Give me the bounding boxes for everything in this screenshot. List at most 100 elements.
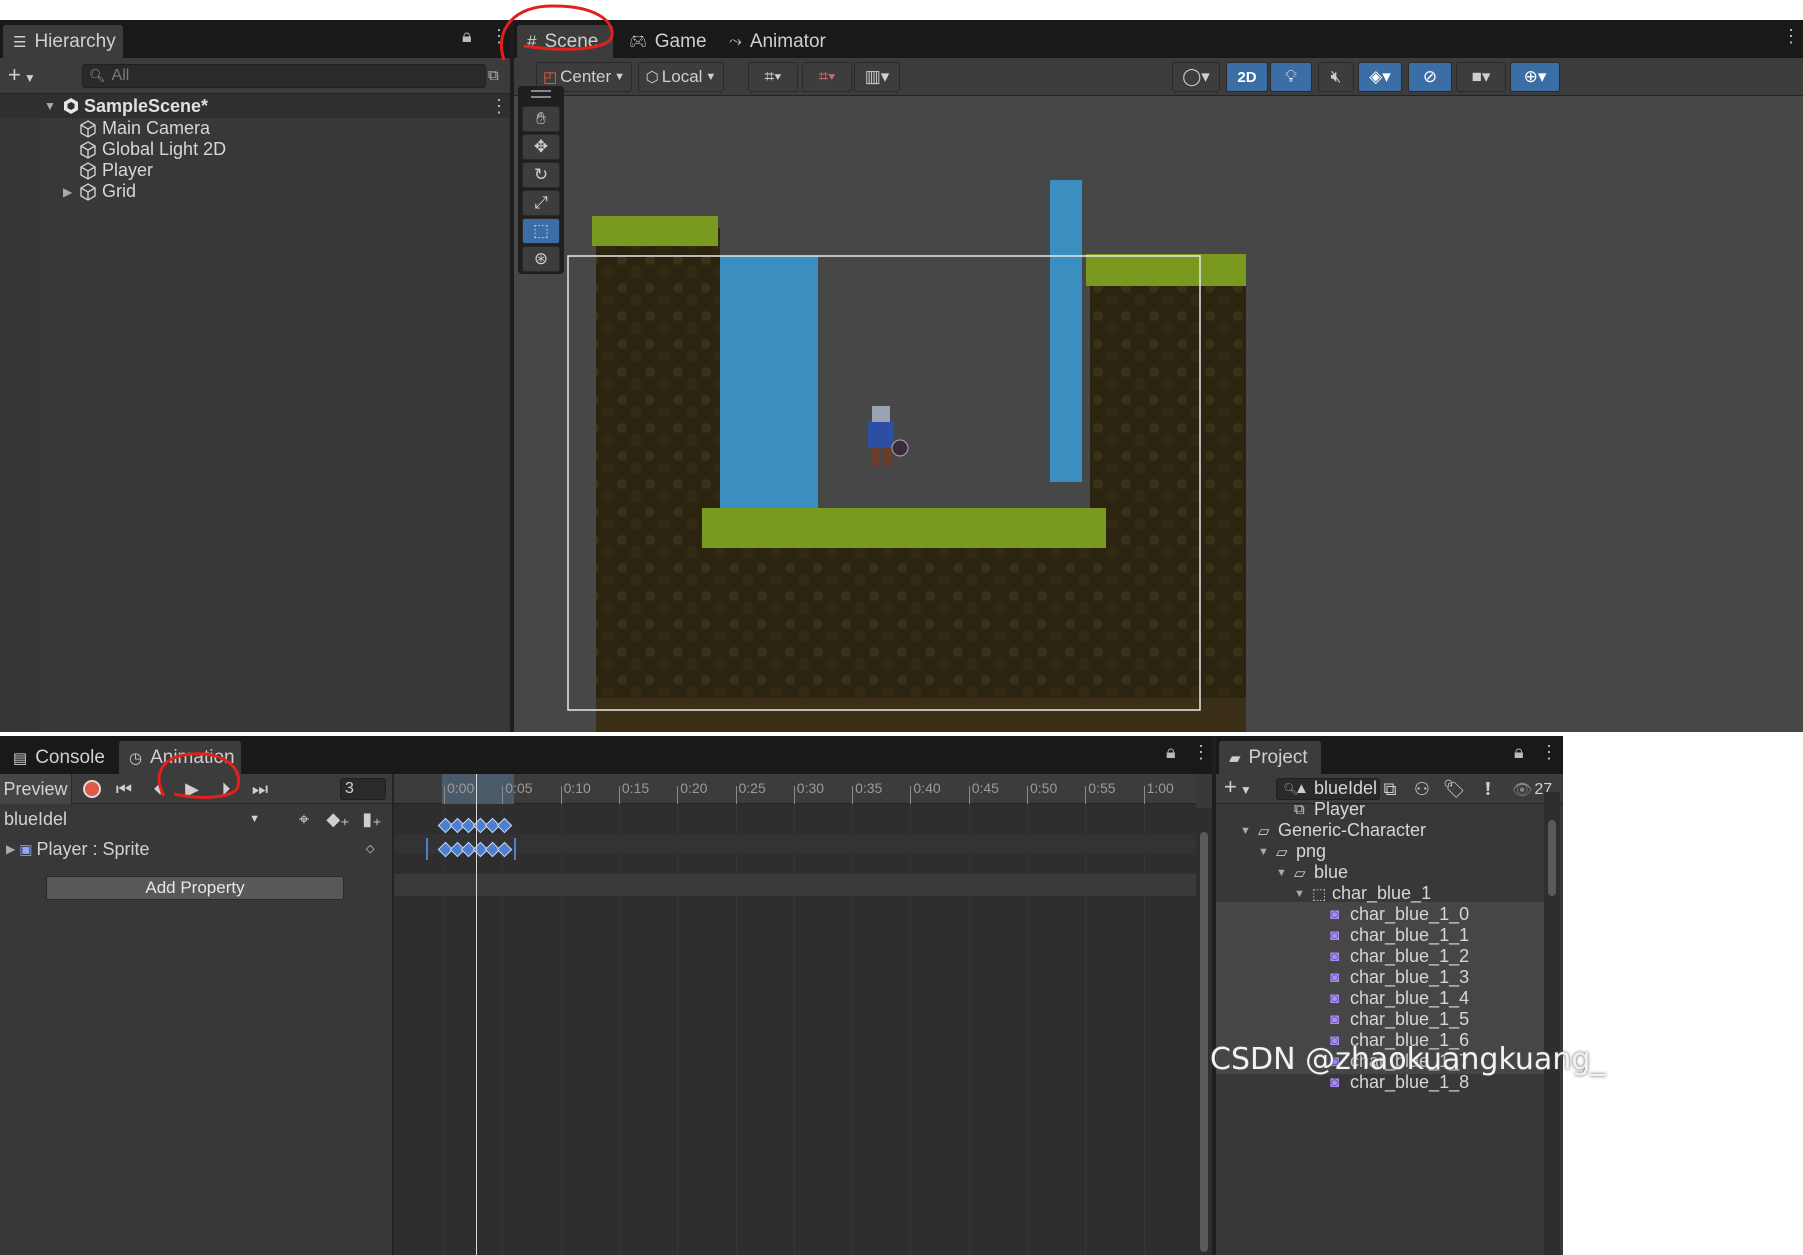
more-menu-icon[interactable]: ⋮ (1782, 26, 1800, 47)
chevron-down-icon: ▼ (705, 71, 717, 83)
audio-toggle[interactable]: 🔇︎ (1318, 62, 1354, 92)
project-item[interactable]: ◙ char_blue_1_5 (1216, 1009, 1563, 1030)
toggle-2d-button[interactable]: 2D (1226, 62, 1268, 92)
right-cliff (1090, 262, 1246, 708)
ruler-tick-label: 0:30 (796, 780, 825, 796)
property-row[interactable]: ▶ ▣ Player : Sprite (0, 836, 392, 862)
hierarchy-item[interactable]: Main Camera (0, 118, 510, 139)
lighting-toggle[interactable]: 💡︎ (1270, 62, 1312, 92)
hierarchy-item[interactable]: Player (0, 160, 510, 181)
gizmos-dropdown[interactable]: ⊕▾ (1510, 62, 1560, 92)
project-item[interactable]: ◙ char_blue_1_3 (1216, 967, 1563, 988)
add-keyframe-button[interactable]: ◆₊ (322, 804, 354, 834)
first-keyframe-button[interactable]: ⏮ (108, 774, 140, 804)
draw-mode-dropdown[interactable]: ◯▾ (1172, 62, 1220, 92)
hierarchy-item[interactable]: ▶ Grid (0, 181, 510, 202)
preview-button[interactable]: Preview (0, 774, 72, 804)
ruler-tick (502, 786, 504, 804)
clip-dropdown[interactable]: blueIdel ▼ (0, 804, 266, 834)
gameobject-icon (78, 160, 98, 181)
project-item[interactable]: ⧉ Player (1216, 799, 1563, 820)
project-item[interactable]: ▼ ▱ Generic-Character (1216, 820, 1563, 841)
tab-game[interactable]: 🎮︎ Game (618, 24, 714, 58)
playhead[interactable] (476, 774, 477, 1255)
tab-console[interactable]: ▤ Console (2, 740, 112, 774)
more-menu-icon[interactable]: ⋮ (1540, 742, 1558, 763)
animation-clip-icon: ▲ (1294, 780, 1309, 797)
scene-root-row[interactable]: ▼ SampleScene* ⋮ (0, 94, 510, 118)
scrollbar-thumb[interactable] (1200, 832, 1208, 1252)
player-sprite[interactable] (868, 406, 909, 466)
search-field[interactable]: 🔍︎ All (82, 64, 486, 88)
frame-value: 3 (345, 780, 354, 797)
hierarchy-item[interactable]: Global Light 2D (0, 139, 510, 160)
dopesheet[interactable]: 0:00 0:05 0:10 0:15 0:20 0:25 0:30 0:35 0:40 0:45… (394, 774, 1196, 1255)
sprite-renderer-icon: ▣ (19, 840, 33, 857)
foldout-collapsed-icon[interactable]: ▶ (63, 185, 72, 199)
ground-block (700, 530, 1110, 708)
tab-hierarchy[interactable]: ☰ Hierarchy (2, 24, 124, 58)
ruler-tick-label: 0:50 (1030, 780, 1058, 796)
list-icon: ☰ (13, 33, 27, 51)
ruler-tick (852, 786, 854, 804)
scene-viewport[interactable] (514, 96, 1803, 732)
project-item[interactable]: ◙ char_blue_1_2 (1216, 946, 1563, 967)
add-event-button[interactable]: ▮₊ (356, 804, 388, 834)
increment-snap-button[interactable]: ⌗▾ (802, 62, 852, 92)
tab-project[interactable]: ▰ Project (1218, 740, 1322, 774)
foldout-collapsed-icon[interactable]: ▶ (6, 842, 15, 856)
keyframe-diamond[interactable] (496, 817, 512, 834)
foldout-expanded-icon[interactable]: ▼ (1258, 846, 1269, 858)
lock-icon[interactable]: 🔒︎ (1166, 742, 1176, 763)
frame-field[interactable]: 3 (340, 778, 386, 800)
camera-dropdown[interactable]: ■▾ (1456, 62, 1506, 92)
project-item[interactable]: ◙ char_blue_1_0 (1216, 904, 1563, 925)
project-item-label: char_blue_1_4 (1350, 988, 1470, 1008)
gameobject-icon (78, 181, 98, 202)
selection-bracket[interactable] (426, 838, 428, 860)
clip-name: blueIdel (4, 808, 68, 829)
ground-grass (702, 508, 1106, 548)
grid-line (444, 804, 445, 1255)
folder-icon: ▱ (1276, 843, 1288, 861)
project-item[interactable]: ◙ char_blue_1_4 (1216, 988, 1563, 1009)
project-item[interactable]: ▼ ⬚ char_blue_1 (1216, 883, 1563, 904)
lock-icon[interactable]: 🔒︎ (462, 26, 472, 47)
ruler-tick-label: 0:15 (621, 780, 650, 796)
grid-visibility-button[interactable]: ▥▾ (854, 62, 900, 92)
record-button[interactable] (76, 774, 108, 804)
folder-icon: ▰ (1229, 749, 1241, 767)
tab-game-label: Game (654, 30, 707, 52)
hierarchy-item-label: Grid (102, 181, 137, 201)
right-cliff-grass (1086, 254, 1246, 286)
selection-bracket[interactable] (514, 838, 516, 860)
property-keyframe-icon[interactable]: ◇ (366, 842, 374, 855)
create-button[interactable]: + ▼ (8, 64, 44, 88)
project-item[interactable]: ▼ ▱ png (1216, 841, 1563, 862)
tab-console-label: Console (35, 746, 105, 768)
foldout-expanded-icon[interactable]: ▼ (1276, 867, 1287, 879)
more-menu-icon[interactable]: ⋮ (1192, 742, 1210, 763)
foldout-expanded-icon[interactable]: ▼ (44, 99, 56, 113)
foldout-expanded-icon[interactable]: ▼ (1294, 888, 1305, 900)
left-cliff-grass (592, 216, 718, 246)
ruler-tick-label: 1:00 (1146, 780, 1174, 796)
filter-keyframes-button[interactable]: ⌖ (288, 804, 320, 834)
tab-animator[interactable]: ⤳ Animator (718, 24, 838, 58)
add-property-button[interactable]: Add Property (46, 876, 344, 900)
project-item[interactable]: ▼ ▱ blue (1216, 862, 1563, 883)
add-property-label: Add Property (145, 878, 245, 897)
project-item[interactable]: ▲ blueIdel (1216, 778, 1563, 799)
foldout-expanded-icon[interactable]: ▼ (1240, 825, 1251, 837)
scene-more-icon[interactable]: ⋮ (490, 96, 508, 117)
project-scrollbar-thumb[interactable] (1548, 820, 1556, 896)
project-item[interactable]: ◙ char_blue_1_1 (1216, 925, 1563, 946)
last-keyframe-button[interactable]: ⏭ (244, 774, 276, 804)
ruler-tick (793, 786, 795, 804)
scene-visibility-toggle[interactable]: ⊘ (1408, 62, 1452, 92)
lock-icon[interactable]: 🔒︎ (1514, 742, 1524, 763)
effects-toggle[interactable]: ◈▾ (1358, 62, 1402, 92)
grid-snap-button[interactable]: ⌗▾ (748, 62, 798, 92)
ruler-tick-label: 0:25 (738, 780, 766, 796)
space-local-dropdown[interactable]: ⬡ Local ▼ (638, 62, 724, 92)
